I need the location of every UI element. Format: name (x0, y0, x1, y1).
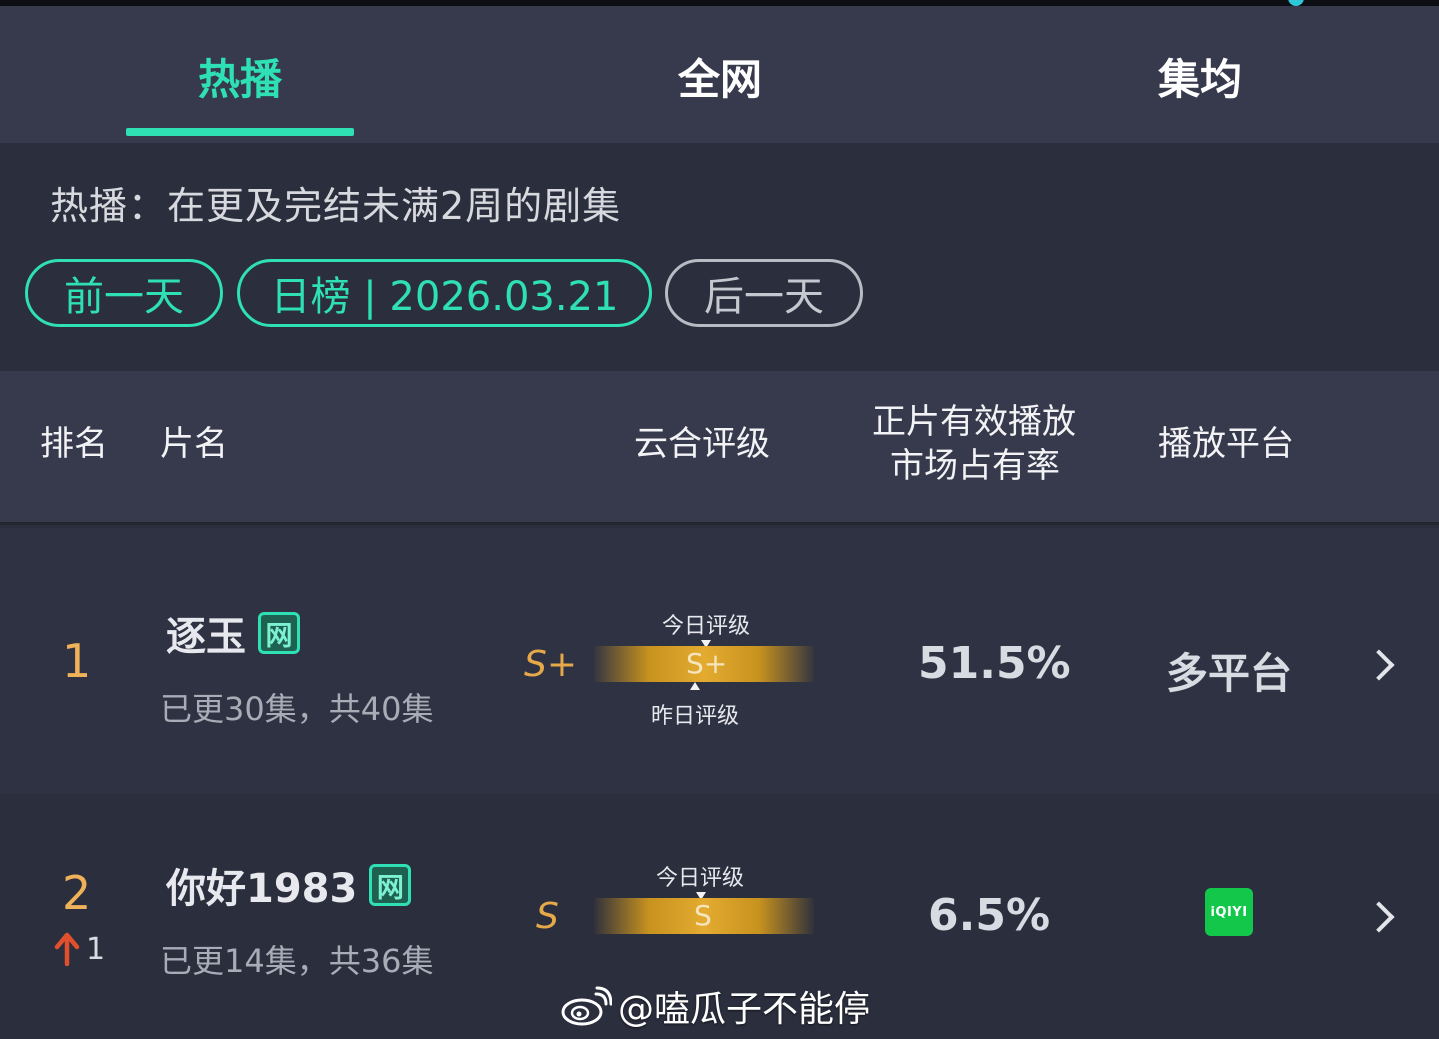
rank-change: 1 (86, 932, 106, 967)
weibo-icon (561, 986, 612, 1026)
web-drama-badge: 网 (369, 864, 412, 906)
header-platform: 播放平台 (1158, 424, 1294, 464)
next-day-button[interactable]: 后一天 (665, 259, 863, 327)
show-title[interactable]: 你好1983 网 (166, 856, 412, 914)
header-share-line2: 市场占有率 (890, 446, 1060, 486)
chevron-right-icon[interactable] (1363, 649, 1395, 681)
yesterday-marker-icon (690, 682, 700, 690)
header-share-line1: 正片有效播放 (872, 402, 1076, 442)
rank-number: 1 (62, 634, 92, 688)
episode-count: 已更30集，共40集 (160, 690, 434, 728)
rating-grade: S (536, 896, 559, 937)
platform-text: 多平台 (1166, 649, 1293, 698)
tab-hot[interactable]: 热播 (120, 46, 360, 107)
rating-grade: S+ (524, 644, 578, 685)
rank-up-arrow-icon (54, 932, 80, 966)
chart-description: 热播：在更及完结未满2周的剧集 (50, 184, 622, 228)
table-header: 排名 片名 云合评级 正片有效播放 市场占有率 播放平台 (0, 371, 1439, 525)
web-drama-badge: 网 (258, 612, 300, 654)
show-title-text: 你好1983 (166, 866, 358, 912)
show-title-text: 逐玉 (166, 614, 246, 660)
active-tab-underline (126, 128, 354, 136)
chevron-right-icon[interactable] (1363, 901, 1395, 933)
market-share: 6.5% (928, 890, 1051, 941)
header-title: 片名 (160, 424, 228, 464)
weibo-watermark: @嗑瓜子不能停 (560, 980, 870, 1032)
rank-number: 2 (62, 866, 92, 920)
yesterday-rating-label: 昨日评级 (651, 704, 740, 729)
date-selector[interactable]: 日榜 | 2026.03.21 (237, 259, 652, 327)
filter-section: 热播：在更及完结未满2周的剧集 前一天 日榜 | 2026.03.21 后一天 (0, 143, 1439, 371)
header-rank: 排名 (40, 424, 108, 464)
rating-bar-grade: S+ (686, 647, 728, 680)
rating-bar-grade: S (694, 899, 712, 932)
tab-per-episode[interactable]: 集均 (1080, 46, 1320, 107)
show-title[interactable]: 逐玉 网 (166, 604, 300, 662)
market-share: 51.5% (918, 638, 1071, 689)
tab-bar: 热播 全网 集均 (0, 6, 1439, 143)
episode-count: 已更14集，共36集 (160, 942, 434, 980)
iqiyi-logo-icon: iQIYI (1205, 888, 1253, 936)
weibo-username: @嗑瓜子不能停 (618, 989, 871, 1030)
today-rating-label: 今日评级 (656, 866, 745, 891)
header-rating: 云合评级 (634, 424, 770, 464)
tab-all-network[interactable]: 全网 (600, 46, 840, 107)
today-rating-label: 今日评级 (662, 614, 751, 639)
prev-day-button[interactable]: 前一天 (25, 259, 223, 327)
table-row[interactable]: 1 逐玉 网 已更30集，共40集 S+ 今日评级 S+ 昨日评级 51.5% … (0, 528, 1439, 794)
